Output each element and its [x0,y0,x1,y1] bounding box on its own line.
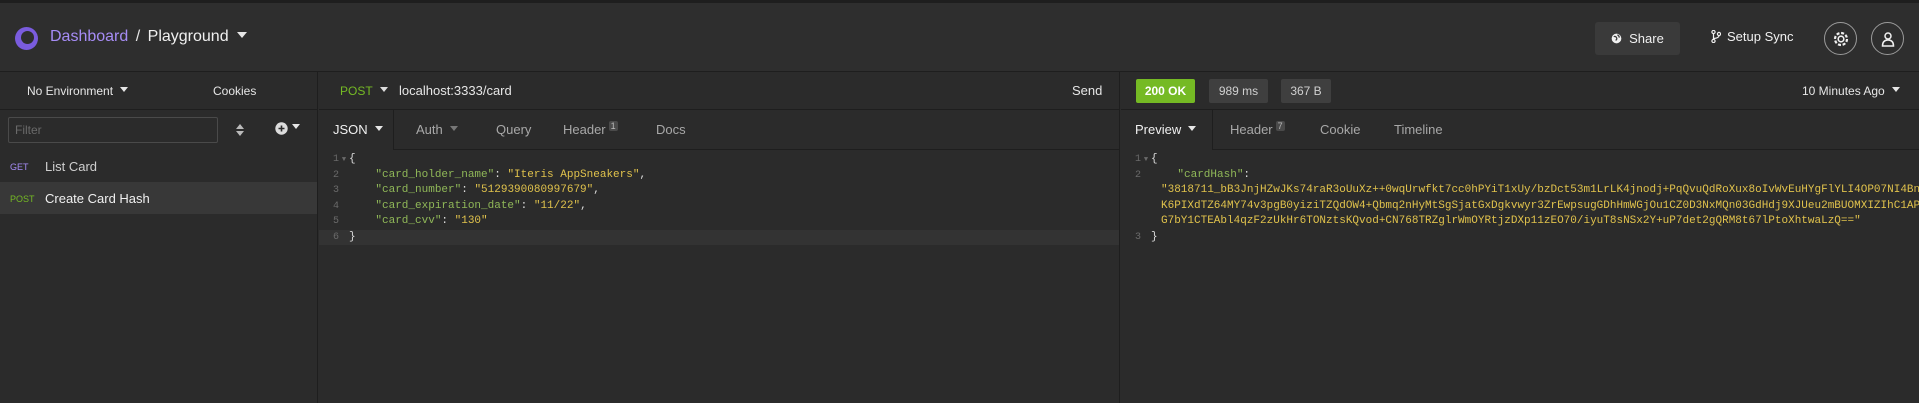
response-status-bar: 200 OK 989 ms 367 B 10 Minutes Ago [1121,72,1919,110]
code-line: 2 "cardHash": [1134,168,1251,181]
response-history-dropdown[interactable]: 10 Minutes Ago [1802,84,1900,98]
response-header-count-badge: 7 [1275,121,1285,131]
filter-row [0,110,317,150]
top-bar: Dashboard / Playground Share Setup Sync [0,0,1919,72]
code-line: 5 "card_cvv": "130" [332,215,488,227]
add-request-dropdown[interactable] [275,122,300,135]
tab-preview[interactable]: Preview [1135,122,1197,137]
fold-icon[interactable]: ▼ [1141,153,1151,169]
fold-icon[interactable]: ▼ [339,153,349,169]
setup-sync-label: Setup Sync [1727,29,1794,44]
account-button[interactable] [1871,22,1904,55]
workspace-dropdown[interactable]: Playground [148,28,247,45]
response-body-viewer: 1 ▼{ 2 "cardHash": "3818711_bB3JnjHZwJKs7… [1121,152,1919,245]
request-name: Create Card Hash [45,191,150,206]
code-line: 1 ▼{ [1121,152,1918,168]
plus-circle-icon [275,122,288,135]
request-tabs: JSON Auth Query Header 1 Docs [319,110,1119,150]
method-dropdown[interactable]: POST [340,84,388,98]
size-badge: 367 B [1281,79,1331,103]
url-bar: POST localhost:3333/card Send [319,72,1119,110]
filter-input[interactable] [8,117,218,143]
tab-header-label: Header [563,122,606,137]
environment-label: No Environment [27,84,114,98]
globe-icon [1611,33,1622,44]
code-line: 3} [1134,230,1158,243]
tab-header[interactable]: Header 1 [563,121,618,137]
response-tabs: Preview Header 7 Cookie Timeline [1121,110,1919,150]
send-button[interactable]: Send [1072,83,1102,98]
hash-value-line: "3818711_bB3JnjHZwJKs74raR3oUuXz++0wqUrw… [1161,184,1919,196]
share-label: Share [1629,31,1664,46]
git-branch-icon [1711,30,1721,43]
request-pane: POST localhost:3333/card Send JSON Auth … [319,72,1120,403]
request-item-create-card-hash[interactable]: POST Create Card Hash [0,182,317,214]
tab-auth-label: Auth [416,122,443,137]
chevron-down-icon [1891,87,1900,93]
code-line: 2 "card_holder_name": "Iteris AppSneaker… [332,168,647,181]
method-label: POST [340,84,373,98]
request-name: List Card [45,159,98,174]
code-line: 1 ▼{ [319,152,1119,168]
hash-value-line: K6PIXdTZ64MY74v3pgB0yiziTZQdOW4+Qbmq2nHy… [1161,199,1919,212]
tab-response-header-label: Header [1230,122,1273,137]
chevron-down-icon [236,31,247,38]
tab-response-header[interactable]: Header 7 [1230,121,1285,137]
tab-query[interactable]: Query [496,122,531,137]
breadcrumb: Dashboard / Playground [50,28,247,46]
code-line: 4 "card_expiration_date": "11/22", [332,199,587,212]
sort-icon[interactable] [234,122,246,138]
environment-row: No Environment Cookies [0,72,317,110]
workspace-name: Playground [147,28,229,45]
request-body-editor[interactable]: 1 ▼{ 2 "card_holder_name": "Iteris AppSne… [319,152,1119,245]
header-count-badge: 1 [608,121,618,131]
chevron-down-icon [379,87,388,93]
status-badge: 200 OK [1136,79,1195,103]
breadcrumb-dashboard-link[interactable]: Dashboard [50,28,128,45]
method-badge: GET [10,162,29,172]
share-button[interactable]: Share [1595,22,1680,55]
user-icon [1881,31,1894,47]
setup-sync-button[interactable]: Setup Sync [1711,29,1794,44]
tab-docs[interactable]: Docs [656,122,686,137]
chevron-down-icon [374,126,383,132]
settings-button[interactable] [1824,22,1857,55]
tab-json-label: JSON [333,122,368,137]
code-line: 3 "card_number": "5129390080997679", [332,184,600,196]
sidebar: No Environment Cookies GET List Card POS… [0,72,318,403]
url-input[interactable]: localhost:3333/card [399,83,512,98]
tab-timeline[interactable]: Timeline [1394,122,1443,137]
chevron-down-icon [120,87,129,93]
gear-icon [1833,31,1848,46]
time-badge: 989 ms [1209,79,1268,103]
hash-value-line: G7bY1CTEAbl4qzF2zUkHr6TONztsKQvod+CN768T… [1161,215,1861,227]
method-badge: POST [10,194,35,204]
chevron-down-icon [449,126,458,132]
breadcrumb-separator: / [135,28,141,45]
app-logo-icon[interactable] [15,27,38,50]
chevron-down-icon [1188,126,1197,132]
tab-preview-label: Preview [1135,122,1182,137]
response-pane: 200 OK 989 ms 367 B 10 Minutes Ago Previ… [1121,72,1919,403]
code-line: 6} [319,229,1119,245]
tab-json[interactable]: JSON [333,122,383,137]
time-ago-label: 10 Minutes Ago [1802,84,1885,98]
tab-cookie[interactable]: Cookie [1320,122,1360,137]
cookies-button[interactable]: Cookies [213,84,256,98]
chevron-down-icon [292,124,300,129]
tab-auth[interactable]: Auth [416,122,458,137]
request-item-list-card[interactable]: GET List Card [0,150,317,182]
environment-dropdown[interactable]: No Environment [27,84,129,98]
